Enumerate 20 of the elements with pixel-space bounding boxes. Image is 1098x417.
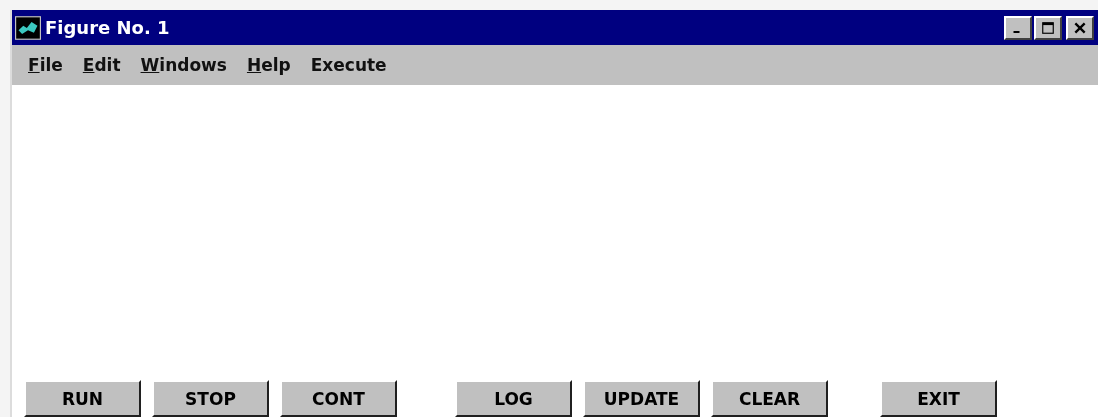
maximize-icon: [1041, 21, 1055, 34]
minimize-icon: [1012, 30, 1020, 33]
push-button[interactable]: CONT: [280, 380, 397, 417]
push-button[interactable]: STOP: [152, 380, 269, 417]
push-button[interactable]: UPDATE: [583, 380, 700, 417]
push-button[interactable]: CLEAR: [711, 380, 828, 417]
push-button[interactable]: EXIT: [880, 380, 997, 417]
maximize-button[interactable]: [1034, 15, 1062, 40]
close-button[interactable]: [1066, 15, 1094, 40]
push-button[interactable]: LOG: [455, 380, 572, 417]
menu-item[interactable]: File: [28, 55, 63, 75]
figure-icon: [15, 15, 41, 40]
minimize-button[interactable]: [1004, 15, 1032, 40]
menu-item[interactable]: Execute: [310, 55, 387, 75]
menu-item[interactable]: Windows: [140, 55, 227, 75]
window-title: Figure No. 1: [45, 17, 171, 38]
push-button[interactable]: RUN: [24, 380, 141, 417]
menu-item[interactable]: Help: [246, 55, 291, 75]
close-icon: [1073, 21, 1087, 34]
menu-item[interactable]: Edit: [82, 55, 121, 75]
